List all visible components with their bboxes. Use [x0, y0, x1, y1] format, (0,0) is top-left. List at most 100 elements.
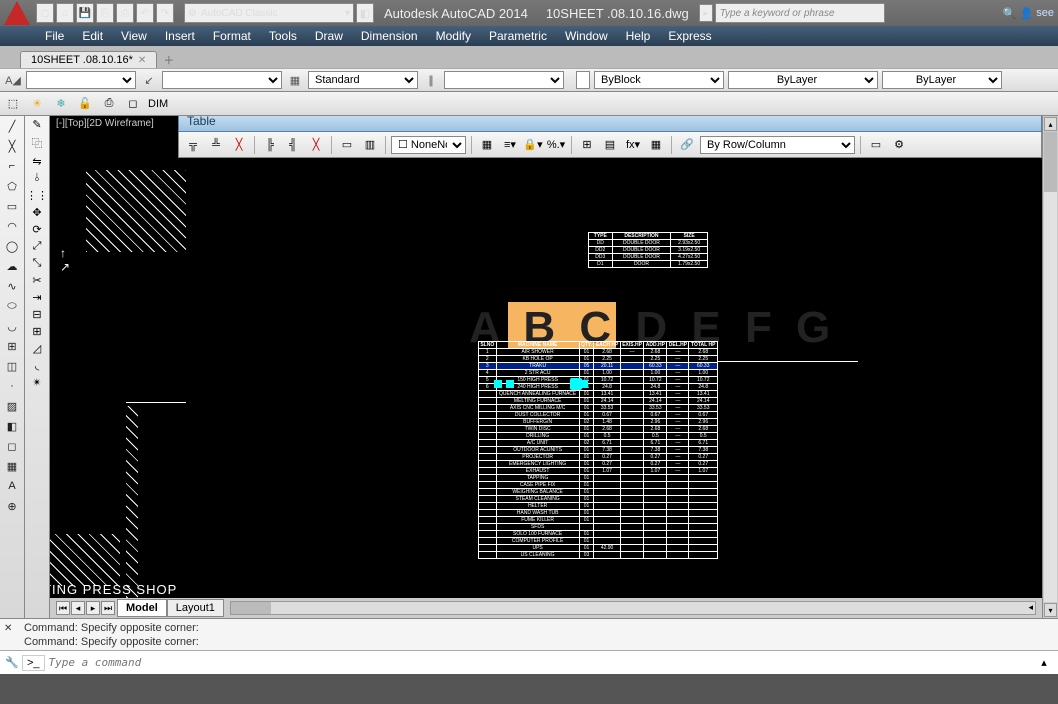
menu-view[interactable]: View	[121, 29, 147, 43]
signin-link[interactable]: see	[1036, 7, 1054, 19]
app-logo[interactable]	[4, 1, 30, 25]
link-cell-icon[interactable]: 🔗	[677, 136, 697, 154]
menu-help[interactable]: Help	[626, 29, 651, 43]
mlstyle-select[interactable]	[444, 71, 564, 89]
addselected-icon[interactable]: ⊕	[3, 498, 21, 514]
insert-icon[interactable]: ⊞	[3, 338, 21, 354]
menu-parametric[interactable]: Parametric	[489, 29, 547, 43]
chamfer-icon[interactable]: ◿	[33, 342, 41, 355]
scale-icon[interactable]: ⤢	[33, 240, 42, 253]
command-line[interactable]: 🔧 >_ ▴	[0, 650, 1058, 674]
stretch-icon[interactable]: ⤡	[33, 257, 42, 270]
grip-icon[interactable]	[494, 380, 502, 388]
mlstyle-icon[interactable]: ∥	[422, 71, 440, 89]
move-icon[interactable]: ✥	[32, 206, 41, 219]
mtext-icon[interactable]: A	[3, 478, 21, 494]
gradient-icon[interactable]: ◧	[3, 418, 21, 434]
doctitle-nav-icon[interactable]: ▸	[699, 4, 713, 22]
mirror-icon[interactable]: ⇋	[32, 155, 41, 168]
layout-nav-next-icon[interactable]: ▸	[86, 601, 100, 615]
dimstyle-icon[interactable]: ↙	[140, 71, 158, 89]
unmerge-cells-icon[interactable]: ▥	[360, 136, 380, 154]
menu-edit[interactable]: Edit	[82, 29, 103, 43]
undo-icon[interactable]: ↶	[136, 3, 154, 23]
xline-icon[interactable]: ╳	[3, 138, 21, 154]
region-icon[interactable]: ◻	[3, 438, 21, 454]
manage-content-icon[interactable]: ▦	[646, 136, 666, 154]
search-box[interactable]: Type a keyword or phrase	[715, 3, 885, 23]
insert-row-below-icon[interactable]: ╩	[206, 136, 226, 154]
insert-col-left-icon[interactable]: ╠	[260, 136, 280, 154]
scrollbar-thumb[interactable]	[1044, 132, 1057, 192]
table-settings-icon[interactable]: ⚙	[889, 136, 909, 154]
polyline-icon[interactable]: ⌐	[3, 158, 21, 174]
cell-lock-icon[interactable]: 🔒▾	[523, 136, 543, 154]
ellipse-icon[interactable]: ⬭	[3, 298, 21, 314]
open-icon[interactable]: ⌂	[56, 3, 74, 23]
menu-modify[interactable]: Modify	[436, 29, 471, 43]
join-icon[interactable]: ⊞	[32, 325, 41, 338]
scroll-up-icon[interactable]: ▴	[1044, 117, 1057, 131]
cell-align-icon[interactable]: ≡▾	[500, 136, 520, 154]
color-select[interactable]: ByBlock	[594, 71, 724, 89]
explode-icon[interactable]: ✴	[32, 376, 41, 389]
delete-col-icon[interactable]: ╳	[306, 136, 326, 154]
rectangle-icon[interactable]: ▭	[3, 198, 21, 214]
spline-icon[interactable]: ∿	[3, 278, 21, 294]
table-panel-title[interactable]: Table	[178, 116, 1042, 132]
line-icon[interactable]: ╱	[3, 118, 21, 134]
block-icon[interactable]: ◫	[3, 358, 21, 374]
grip-icon[interactable]	[506, 380, 514, 388]
insert-block-icon[interactable]: ⊞	[577, 136, 597, 154]
layer-state-icon[interactable]: ⬚	[4, 95, 22, 113]
ellipsearc-icon[interactable]: ◡	[3, 318, 21, 334]
insert-row-above-icon[interactable]: ╦	[183, 136, 203, 154]
scroll-down-icon[interactable]: ▾	[1044, 603, 1057, 617]
circle-icon[interactable]: ◯	[3, 238, 21, 254]
layout-nav-first-icon[interactable]: ⏮	[56, 601, 70, 615]
freeze-icon[interactable]: ❄	[52, 95, 70, 113]
menu-insert[interactable]: Insert	[165, 29, 195, 43]
close-tab-icon[interactable]: ✕	[138, 55, 146, 66]
delete-row-icon[interactable]: ╳	[229, 136, 249, 154]
rotate-icon[interactable]: ⟳	[32, 223, 41, 236]
machine-schedule-table[interactable]: SLNOMACHINE NAMEQTY.EACH HPEXIS.HPADD.HP…	[478, 341, 718, 559]
cell-border-icon[interactable]: ▦	[477, 136, 497, 154]
sun-icon[interactable]: ☀	[28, 95, 46, 113]
trim-icon[interactable]: ✂	[32, 274, 41, 287]
revcloud-icon[interactable]: ☁	[3, 258, 21, 274]
infocenter-icon[interactable]: 🔍	[1003, 7, 1017, 20]
workspace-switcher[interactable]: ⚙ AutoCAD Classic ▾	[184, 3, 354, 23]
cell-fill-select[interactable]: ☐ NoneNone	[391, 136, 466, 154]
menu-tools[interactable]: Tools	[269, 29, 297, 43]
arc-icon[interactable]: ◠	[3, 218, 21, 234]
menu-format[interactable]: Format	[213, 29, 251, 43]
signin-icon[interactable]: 👤	[1020, 7, 1034, 20]
dimstyle-select[interactable]	[162, 71, 282, 89]
fillet-icon[interactable]: ◟	[35, 359, 39, 372]
door-schedule-table[interactable]: TYPEDESCRIPTIONSIZEDDDOUBLE DOOR2.93x2.5…	[588, 232, 708, 268]
erase-icon[interactable]: ✎	[32, 118, 41, 131]
layout-nav-last-icon[interactable]: ⏭	[101, 601, 115, 615]
layout-tab-model[interactable]: Model	[117, 599, 167, 617]
menu-dimension[interactable]: Dimension	[361, 29, 418, 43]
save-icon[interactable]: 💾	[76, 3, 94, 23]
tablestyle-icon[interactable]: ▦	[286, 71, 304, 89]
lineweight-select[interactable]: ByLayer	[882, 71, 1002, 89]
viewport-label[interactable]: [-][Top][2D Wireframe]	[56, 118, 154, 129]
layout-tab-layout1[interactable]: Layout1	[167, 599, 224, 617]
table-icon[interactable]: ▦	[3, 458, 21, 474]
cmdline-config-icon[interactable]: 🔧	[4, 655, 20, 671]
scrollbar-track[interactable]	[1044, 132, 1057, 602]
textstyle-icon[interactable]: A◢	[4, 71, 22, 89]
textstyle-select[interactable]	[26, 71, 136, 89]
workspace-settings-icon[interactable]: ◧	[356, 3, 374, 23]
insert-col-right-icon[interactable]: ╣	[283, 136, 303, 154]
copy-icon[interactable]: ⿻	[32, 135, 43, 151]
command-history[interactable]: ✕ Command: Specify opposite corner: Comm…	[0, 618, 1058, 650]
match-cell-icon[interactable]: ▭	[866, 136, 886, 154]
menu-window[interactable]: Window	[565, 29, 608, 43]
linetype-select[interactable]: ByLayer	[728, 71, 878, 89]
offset-icon[interactable]: ⫰	[35, 172, 40, 185]
horizontal-scrollbar[interactable]: ◂	[230, 601, 1036, 615]
